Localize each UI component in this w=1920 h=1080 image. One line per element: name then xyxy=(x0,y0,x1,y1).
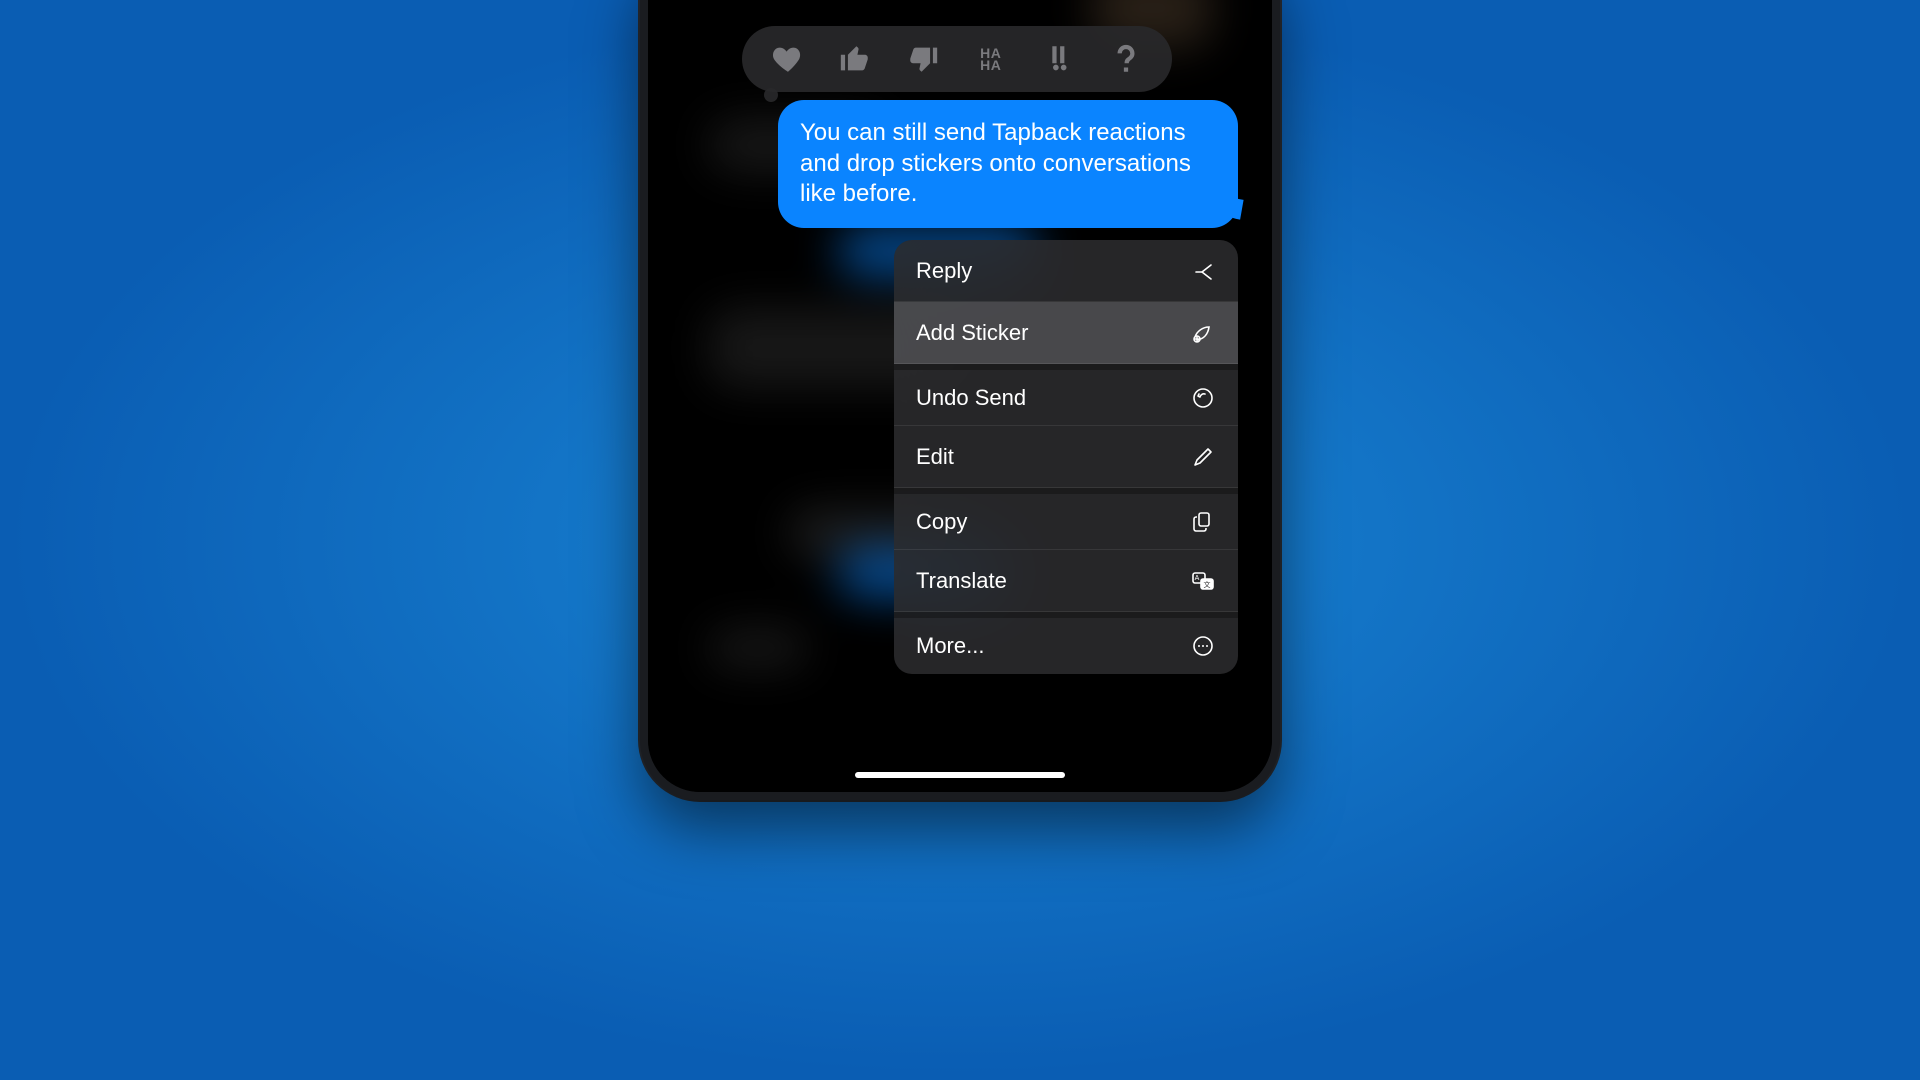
pencil-icon xyxy=(1190,444,1216,470)
tapback-bar: HA HA xyxy=(742,26,1172,92)
menu-item-copy[interactable]: Copy xyxy=(894,488,1238,550)
translate-icon: A文 xyxy=(1190,568,1216,594)
exclaim-icon xyxy=(1041,42,1075,76)
tapback-question[interactable] xyxy=(1105,38,1147,80)
svg-text:A: A xyxy=(1195,575,1200,582)
svg-text:文: 文 xyxy=(1204,580,1211,589)
context-menu: Reply Add Sticker Undo Send Edit Copy Transla… xyxy=(894,240,1238,674)
stage: HA HA You can still send Tapback reactio… xyxy=(232,0,1688,816)
menu-item-label: Translate xyxy=(916,568,1007,594)
phone-screen: HA HA You can still send Tapback reactio… xyxy=(648,0,1272,792)
heart-icon xyxy=(771,42,805,76)
menu-item-translate[interactable]: Translate A文 xyxy=(894,550,1238,612)
tapback-haha[interactable]: HA HA xyxy=(970,38,1012,80)
reply-arrow-icon xyxy=(1190,258,1216,284)
tapback-heart[interactable] xyxy=(767,38,809,80)
tapback-thumbs-up[interactable] xyxy=(834,38,876,80)
thumbs-down-icon xyxy=(906,42,940,76)
menu-item-label: More... xyxy=(916,633,984,659)
menu-item-label: Copy xyxy=(916,509,967,535)
menu-item-more[interactable]: More... xyxy=(894,612,1238,674)
menu-item-label: Undo Send xyxy=(916,385,1026,411)
phone-frame: HA HA You can still send Tapback reactio… xyxy=(640,0,1280,800)
question-icon xyxy=(1109,42,1143,76)
ellipsis-circle-icon xyxy=(1190,633,1216,659)
menu-item-undo-send[interactable]: Undo Send xyxy=(894,364,1238,426)
menu-item-label: Reply xyxy=(916,258,972,284)
message-text: You can still send Tapback reactions and… xyxy=(800,119,1191,207)
undo-circle-icon xyxy=(1190,385,1216,411)
menu-item-label: Add Sticker xyxy=(916,320,1029,346)
thumbs-up-icon xyxy=(838,42,872,76)
haha-icon: HA HA xyxy=(980,47,1001,71)
home-indicator[interactable] xyxy=(855,772,1065,778)
menu-item-edit[interactable]: Edit xyxy=(894,426,1238,488)
tapback-bar-tail xyxy=(764,88,778,102)
selected-message-bubble[interactable]: You can still send Tapback reactions and… xyxy=(778,100,1238,228)
doc-on-doc-icon xyxy=(1190,509,1216,535)
menu-item-add-sticker[interactable]: Add Sticker xyxy=(894,302,1238,364)
sticker-add-icon xyxy=(1190,320,1216,346)
tapback-exclaim[interactable] xyxy=(1037,38,1079,80)
tapback-thumbs-down[interactable] xyxy=(902,38,944,80)
menu-item-reply[interactable]: Reply xyxy=(894,240,1238,302)
menu-item-label: Edit xyxy=(916,444,954,470)
